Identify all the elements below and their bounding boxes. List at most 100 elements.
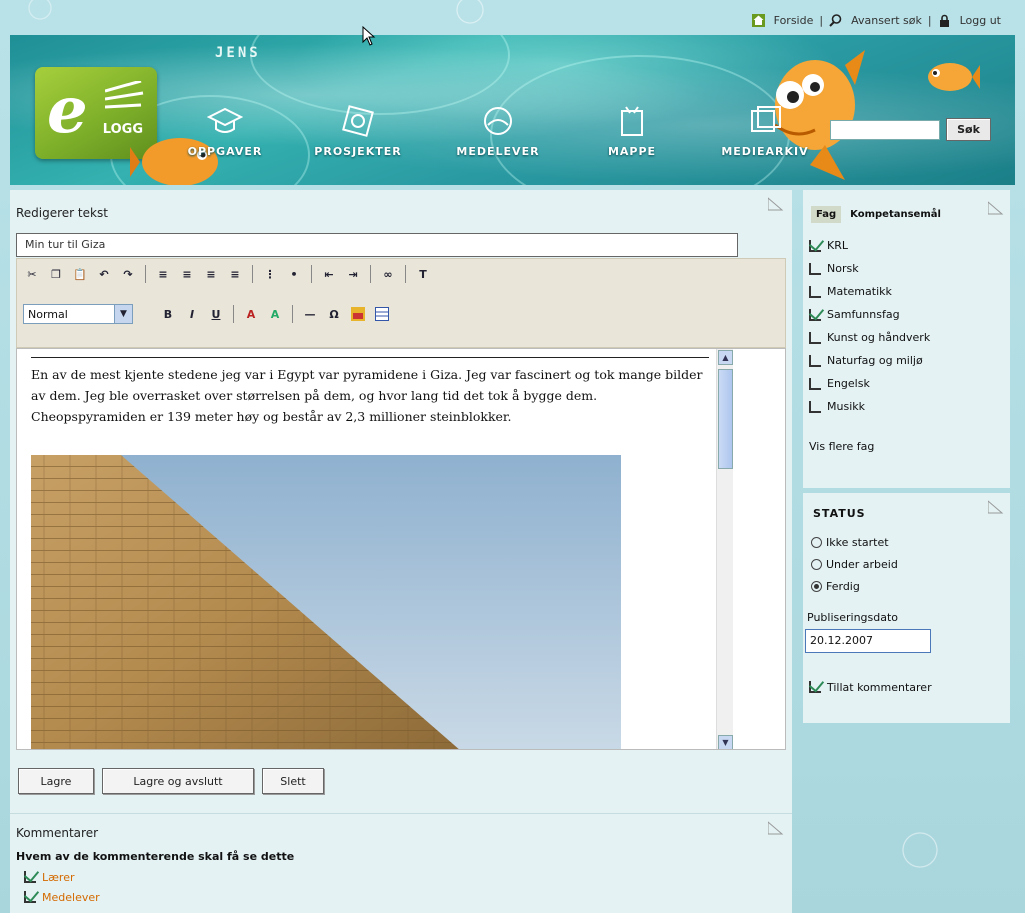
fish-illustration <box>928 63 980 91</box>
toolbar-separator <box>233 305 234 323</box>
subject-item[interactable]: Samfunnsfag <box>809 303 930 326</box>
collapse-icon[interactable] <box>988 499 1004 515</box>
tab-subjects[interactable]: Fag <box>811 206 842 223</box>
status-finished[interactable]: Ferdig <box>811 575 898 597</box>
indent-icon[interactable]: ⇥ <box>344 265 362 283</box>
status-not-started[interactable]: Ikke startet <box>811 531 898 553</box>
status-panel: STATUS Ikke startet Under arbeid Ferdig … <box>803 493 1010 723</box>
nav-media-archive[interactable]: MEDIEARKIV <box>710 103 820 158</box>
comment-visibility-teacher[interactable]: Lærer <box>24 867 786 887</box>
separator: | <box>819 14 824 27</box>
clear-format-icon[interactable]: T <box>414 265 432 283</box>
delete-button[interactable]: Slett <box>262 768 324 794</box>
title-input[interactable]: Min tur til Giza <box>16 233 738 257</box>
status-in-progress[interactable]: Under arbeid <box>811 553 898 575</box>
comments-title: Kommentarer <box>16 826 99 840</box>
redo-icon[interactable]: ↷ <box>119 265 137 283</box>
search-button[interactable]: Søk <box>946 118 991 141</box>
toolbar-separator <box>311 265 312 283</box>
nav-folder[interactable]: MAPPE <box>592 103 672 158</box>
collapse-icon[interactable] <box>988 200 1004 216</box>
publish-date-input[interactable]: 20.12.2007 <box>805 629 931 653</box>
checkbox[interactable] <box>809 331 821 344</box>
top-links: Forside | Avansert søk | Logg ut <box>751 14 1001 27</box>
subject-item[interactable]: Musikk <box>809 395 930 418</box>
table-icon[interactable] <box>373 305 391 323</box>
checkbox[interactable] <box>809 262 821 275</box>
radio[interactable] <box>811 558 822 570</box>
ordered-list-icon[interactable]: ⋮ <box>261 265 279 283</box>
link-icon[interactable]: ∞ <box>379 265 397 283</box>
folder-icon <box>621 106 643 136</box>
editor-heading: Redigerer tekst <box>16 206 108 220</box>
tab-competence-goals[interactable]: Kompetansemål <box>845 206 946 223</box>
save-close-button[interactable]: Lagre og avslutt <box>102 768 254 794</box>
comment-visibility-classmates[interactable]: Medelever <box>24 887 786 907</box>
home-link[interactable]: Forside <box>774 14 814 27</box>
undo-icon[interactable]: ↶ <box>95 265 113 283</box>
cut-icon[interactable]: ✂ <box>23 265 41 283</box>
lock-icon <box>938 14 951 27</box>
copy-icon[interactable]: ❐ <box>47 265 65 283</box>
logout-link[interactable]: Logg ut <box>960 14 1001 27</box>
checkbox[interactable] <box>809 400 821 413</box>
show-more-subjects-link[interactable]: Vis flere fag <box>809 440 874 453</box>
subject-item[interactable]: Engelsk <box>809 372 930 395</box>
search-input[interactable] <box>830 120 940 140</box>
toolbar-separator <box>292 305 293 323</box>
nav-classmates[interactable]: MEDELEVER <box>448 103 548 158</box>
mouse-cursor-icon <box>362 26 376 46</box>
checkbox[interactable] <box>809 377 821 390</box>
horizontal-rule-icon[interactable]: — <box>301 305 319 323</box>
editor-scrollbar[interactable]: ▲ ▼ <box>716 349 733 749</box>
comments-section: Kommentarer Hvem av de kommenterende ska… <box>16 826 786 907</box>
image-icon[interactable] <box>349 305 367 323</box>
comments-subtitle: Hvem av de kommenterende skal få se dett… <box>16 850 295 863</box>
unordered-list-icon[interactable]: • <box>285 265 303 283</box>
subject-item[interactable]: Naturfag og miljø <box>809 349 930 372</box>
scroll-up-icon[interactable]: ▲ <box>718 350 733 365</box>
chevron-down-icon: ▼ <box>114 305 132 323</box>
italic-button[interactable]: I <box>183 305 201 323</box>
toolbar-row-1: ✂ ❐ 📋 ↶ ↷ ≡ ≡ ≡ ≡ ⋮ • ⇤ ⇥ ∞ T <box>23 265 432 283</box>
outdent-icon[interactable]: ⇤ <box>320 265 338 283</box>
checkbox[interactable] <box>809 308 821 321</box>
checkbox[interactable] <box>24 871 36 883</box>
toolbar-separator <box>145 265 146 283</box>
align-left-icon[interactable]: ≡ <box>154 265 172 283</box>
save-button[interactable]: Lagre <box>18 768 94 794</box>
underline-button[interactable]: U <box>207 305 225 323</box>
collapse-icon[interactable] <box>768 196 784 212</box>
subject-item[interactable]: Matematikk <box>809 280 930 303</box>
scroll-thumb[interactable] <box>718 369 733 469</box>
nav-projects[interactable]: PROSJEKTER <box>308 103 408 158</box>
align-right-icon[interactable]: ≡ <box>202 265 220 283</box>
bold-button[interactable]: B <box>159 305 177 323</box>
allow-comments-toggle[interactable]: Tillat kommentarer <box>809 677 932 697</box>
special-char-icon[interactable]: Ω <box>325 305 343 323</box>
checkbox[interactable] <box>809 239 821 252</box>
subject-item[interactable]: Norsk <box>809 257 930 280</box>
highlight-color-icon[interactable]: A <box>266 305 284 323</box>
scroll-down-icon[interactable]: ▼ <box>718 735 733 749</box>
advanced-search-link[interactable]: Avansert søk <box>851 14 922 27</box>
editor-body-text[interactable]: En av de mest kjente stedene jeg var i E… <box>31 357 709 427</box>
checkbox[interactable] <box>809 681 821 693</box>
paste-icon[interactable]: 📋 <box>71 265 89 283</box>
subject-item[interactable]: KRL <box>809 234 930 257</box>
rich-text-editor[interactable]: En av de mest kjente stedene jeg var i E… <box>16 348 786 750</box>
checkbox[interactable] <box>809 354 821 367</box>
radio[interactable] <box>811 536 822 548</box>
editor-toolbar: ✂ ❐ 📋 ↶ ↷ ≡ ≡ ≡ ≡ ⋮ • ⇤ ⇥ ∞ T Normal ▼ B… <box>16 258 786 348</box>
checkbox[interactable] <box>809 285 821 298</box>
align-center-icon[interactable]: ≡ <box>178 265 196 283</box>
nav-tasks[interactable]: OPPGAVER <box>180 103 270 158</box>
radio[interactable] <box>811 580 822 592</box>
toolbar-row-2: Normal ▼ B I U A A — Ω <box>23 304 391 324</box>
subject-tabs: Fag Kompetansemål <box>811 206 946 223</box>
checkbox[interactable] <box>24 891 36 903</box>
align-justify-icon[interactable]: ≡ <box>226 265 244 283</box>
format-select[interactable]: Normal ▼ <box>23 304 133 324</box>
text-color-icon[interactable]: A <box>242 305 260 323</box>
subject-item[interactable]: Kunst og håndverk <box>809 326 930 349</box>
